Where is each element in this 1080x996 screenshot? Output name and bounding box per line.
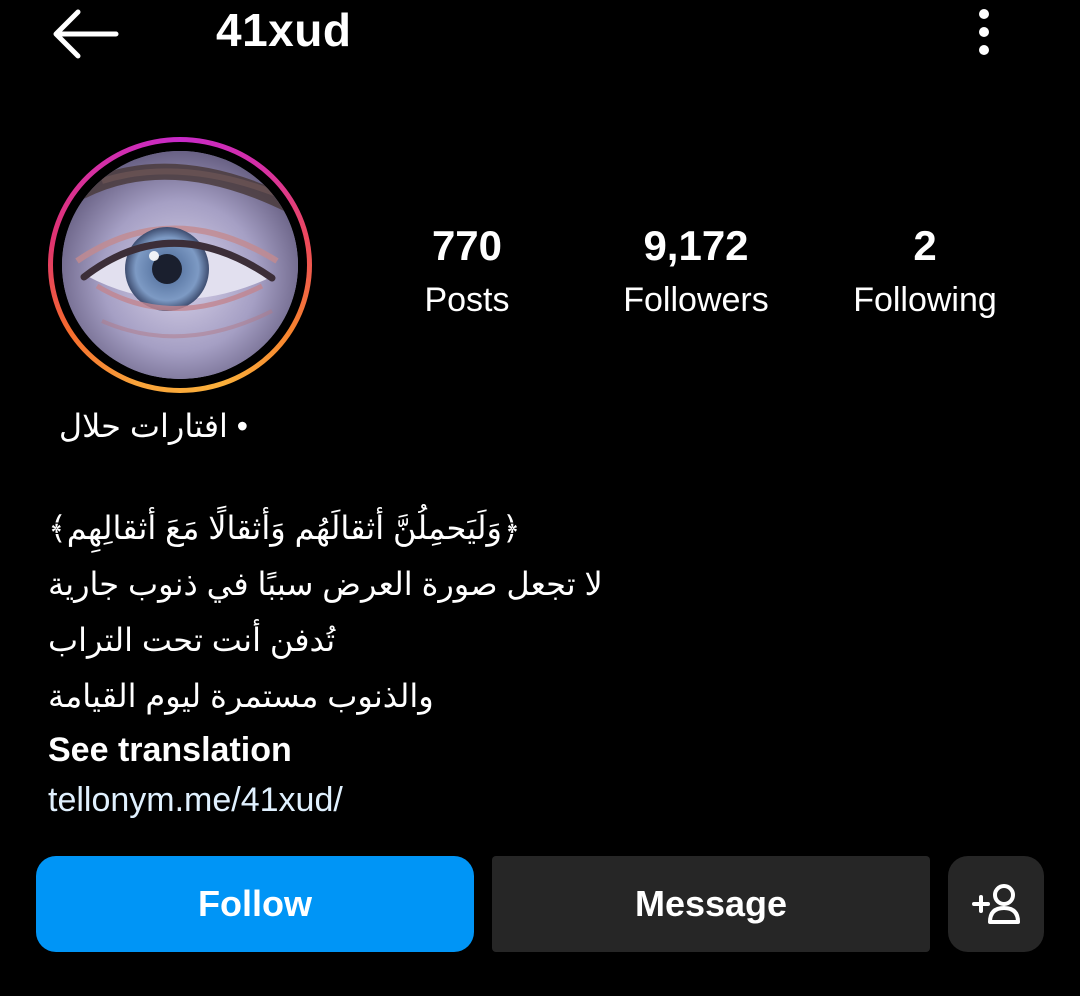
followers-stat[interactable]: 9,172 Followers [596,220,796,324]
following-stat[interactable]: 2 Following [825,220,1025,324]
follow-button[interactable]: Follow [36,856,474,952]
profile-category: • افتارات حلال [58,408,248,444]
bio-line-3: تُدفن أنت تحت التراب [48,622,336,658]
profile-avatar-image [62,151,298,379]
more-options-button[interactable] [960,4,1008,60]
profile-username: 41xud [216,4,352,56]
story-ring[interactable] [48,137,312,393]
followers-count: 9,172 [643,222,749,269]
more-vertical-icon [979,9,989,55]
posts-stat[interactable]: 770 Posts [367,220,567,324]
message-button[interactable]: Message [492,856,930,952]
bio-line-2: لا تجعل صورة العرض سببًا في ذنوب جارية [48,566,603,602]
posts-label: Posts [424,281,510,319]
arrow-left-icon [53,9,119,59]
bio-line-1: ﴿وَلَيَحمِلُنَّ أثقالَهُم وَأثقالًا مَعَ… [48,510,521,546]
following-label: Following [853,281,997,319]
see-translation-link[interactable]: See translation [48,726,292,774]
bio-line-4: والذنوب مستمرة ليوم القيامة [48,678,434,714]
follow-button-label: Follow [198,883,312,924]
suggested-users-button[interactable] [948,856,1044,952]
followers-label: Followers [623,281,769,319]
posts-count: 770 [431,222,503,269]
avatar[interactable] [62,151,298,379]
back-button[interactable] [44,4,124,64]
following-count: 2 [913,222,937,269]
bio-website-link[interactable]: tellonym.me/41xud/ [48,776,343,824]
add-person-icon [972,884,1020,924]
message-button-label: Message [634,883,788,924]
